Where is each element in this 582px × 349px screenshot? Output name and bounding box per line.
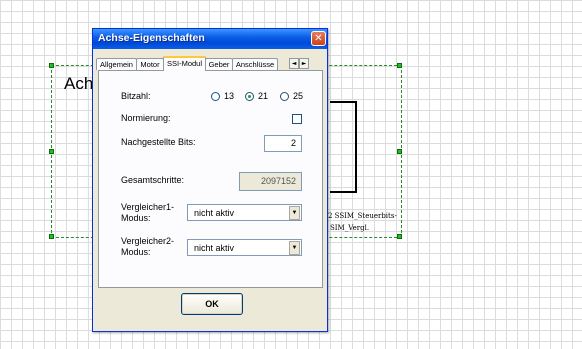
gesamtschritte-value: 2097152 xyxy=(239,172,302,191)
tab-geber[interactable]: Geber xyxy=(205,58,233,70)
tab-scroll-right-icon[interactable]: ► xyxy=(299,58,309,69)
inner-block-outline xyxy=(330,101,357,193)
selection-handle-top-right[interactable] xyxy=(397,63,402,68)
selection-handle-bottom-left[interactable] xyxy=(49,234,54,239)
selection-handle-middle-left[interactable] xyxy=(49,149,54,154)
tab-motor[interactable]: Motor xyxy=(136,58,164,70)
bitzahl-option-21[interactable]: 21 xyxy=(245,91,281,103)
radio-21-icon[interactable] xyxy=(245,92,254,101)
vergleicher1-dropdown[interactable]: nicht aktiv ▼ xyxy=(187,204,302,221)
bitzahl-option-25[interactable]: 25 xyxy=(280,91,316,103)
block-title: Ach xyxy=(64,74,94,93)
tab-scroll-left-icon[interactable]: ◄ xyxy=(289,58,299,69)
vergleicher2-label-line1: Vergleicher2- xyxy=(121,236,175,246)
gesamtschritte-label: Gesamtschritte: xyxy=(121,175,185,185)
radio-25-label: 25 xyxy=(293,91,304,101)
vergleicher2-dropdown[interactable]: nicht aktiv ▼ xyxy=(187,239,302,256)
vergleicher1-label-line2: Modus: xyxy=(121,213,151,223)
port-label-steuerbits: 2 SSIM_Steuerbits- xyxy=(328,212,397,220)
vergleicher2-label-line2: Modus: xyxy=(121,247,151,257)
dialog-titlebar[interactable]: Achse-Eigenschaften ✕ xyxy=(93,29,327,49)
vergleicher2-value: nicht aktiv xyxy=(194,243,235,253)
vergleicher1-label-line1: Vergleicher1- xyxy=(121,202,175,212)
chevron-down-icon[interactable]: ▼ xyxy=(289,241,300,255)
tab-allgemein[interactable]: Allgemein xyxy=(96,58,137,70)
nachgestellte-bits-input[interactable]: 2 xyxy=(264,135,302,152)
tab-anschluesse[interactable]: Anschlüsse xyxy=(232,58,278,70)
vergleicher1-value: nicht aktiv xyxy=(194,208,235,218)
bitzahl-option-13[interactable]: 13 xyxy=(211,91,247,103)
port-label-vergl: SIM_Vergl. xyxy=(330,224,370,232)
tab-strip: Allgemein Motor SSI-Modul Geber Anschlüs… xyxy=(93,56,327,71)
normierung-checkbox[interactable] xyxy=(292,114,302,124)
ok-button[interactable]: OK xyxy=(181,293,243,315)
nachgestellte-bits-label: Nachgestellte Bits: xyxy=(121,137,196,147)
selection-handle-top-left[interactable] xyxy=(49,63,54,68)
radio-25-icon[interactable] xyxy=(280,92,289,101)
chevron-down-icon[interactable]: ▼ xyxy=(289,206,300,220)
ssi-modul-panel: Bitzahl: 13 21 25 Normierung: Nachgestel… xyxy=(98,70,323,288)
radio-21-label: 21 xyxy=(258,91,269,101)
normierung-label: Normierung: xyxy=(121,113,171,123)
radio-13-icon[interactable] xyxy=(211,92,220,101)
selection-handle-bottom-right[interactable] xyxy=(397,234,402,239)
selection-handle-middle-right[interactable] xyxy=(397,149,402,154)
close-button[interactable]: ✕ xyxy=(311,31,326,46)
radio-13-label: 13 xyxy=(224,91,235,101)
dialog-title: Achse-Eigenschaften xyxy=(98,32,205,44)
axis-properties-dialog: Achse-Eigenschaften ✕ Allgemein Motor SS… xyxy=(92,28,328,332)
tab-ssi-modul[interactable]: SSI-Modul xyxy=(163,56,206,71)
bitzahl-label: Bitzahl: xyxy=(121,91,151,101)
